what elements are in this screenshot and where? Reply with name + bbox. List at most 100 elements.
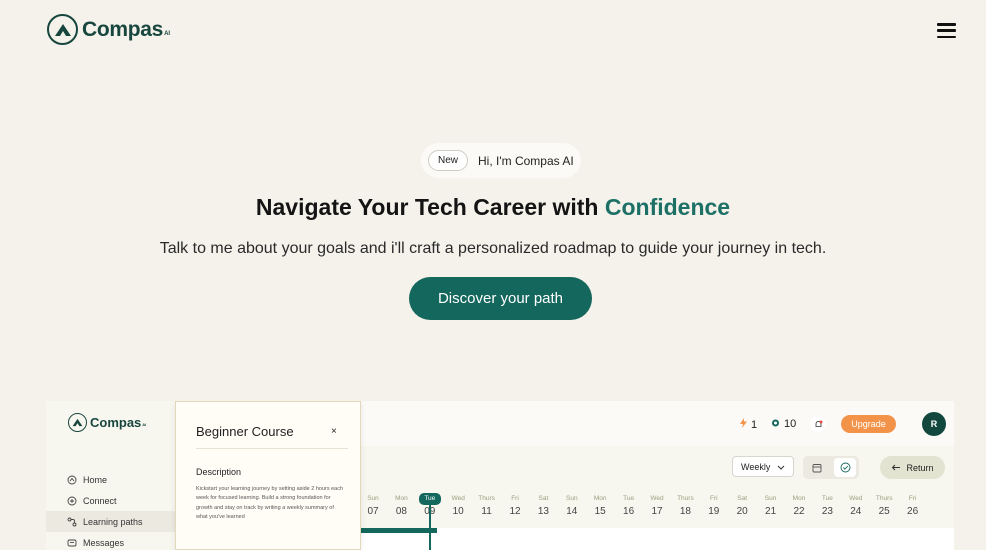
day-name: Thurs [478, 495, 495, 502]
calendar-day[interactable]: Sat 20 [727, 493, 757, 517]
sidebar-item-connect[interactable]: Connect [46, 490, 176, 511]
day-name: Mon [395, 495, 408, 502]
day-number: 12 [509, 506, 521, 517]
day-number: 17 [651, 506, 663, 517]
plus-circle-icon [67, 496, 77, 506]
day-name: Wed [451, 495, 465, 502]
calendar-day[interactable]: Wed 10 [443, 493, 473, 517]
calendar-icon[interactable] [806, 458, 828, 477]
calendar-day[interactable]: Fri 19 [699, 493, 729, 517]
day-name: Mon [593, 495, 607, 502]
calendar-day[interactable]: Thurs 18 [670, 493, 700, 517]
discover-path-button[interactable]: Discover your path [409, 277, 592, 320]
day-number: 13 [537, 506, 549, 517]
sidebar-item-messages[interactable]: Messages [46, 532, 176, 550]
calendar-day[interactable]: Mon 08 [386, 493, 416, 517]
lightning-icon [740, 418, 747, 431]
view-toggle [803, 456, 859, 479]
headline-accent: Confidence [604, 194, 731, 220]
day-name: Mon [792, 495, 806, 502]
calendar-day[interactable]: Thurs 25 [869, 493, 899, 517]
day-number: 22 [793, 506, 805, 517]
day-name: Thurs [677, 495, 694, 502]
sidebar-item-label: Learning paths [83, 516, 143, 527]
day-number: 11 [481, 506, 492, 517]
calendar-day[interactable]: Mon 22 [784, 493, 814, 517]
calendar-day[interactable]: Fri 12 [500, 493, 530, 517]
day-name: Sun [764, 495, 777, 502]
day-name: Sun [367, 495, 379, 502]
sidebar-item-learning-paths[interactable]: Learning paths [46, 511, 176, 532]
calendar-day[interactable]: Sun 21 [756, 493, 786, 517]
view-select-value: Weekly [741, 461, 771, 472]
compass-mountain-icon [68, 413, 87, 432]
home-icon [67, 475, 77, 485]
coins-stat: 10 [771, 418, 796, 430]
arrow-left-icon [891, 463, 901, 473]
calendar-day[interactable]: Wed 24 [841, 493, 871, 517]
sidebar-item-label: Home [83, 474, 108, 485]
hero-headline: Navigate Your Tech Career with Confidenc… [0, 194, 986, 221]
preview-brand-name: Compas [90, 415, 142, 430]
hamburger-icon[interactable] [937, 23, 956, 38]
day-number: 20 [736, 506, 748, 517]
hero-subline: Talk to me about your goals and i'll cra… [159, 240, 827, 257]
calendar-day[interactable]: Sun 14 [557, 493, 587, 517]
coin-icon [771, 418, 780, 430]
day-name: Tue [623, 495, 635, 502]
calendar-day[interactable]: Wed 17 [642, 493, 672, 517]
day-name: Tue [418, 493, 441, 505]
day-number: 16 [623, 506, 635, 517]
day-number: 25 [878, 506, 890, 517]
preview-brand-suffix: AI [142, 422, 147, 427]
streak-count: 1 [751, 418, 758, 431]
return-button[interactable]: Return [880, 456, 945, 479]
calendar-day[interactable]: Fri 26 [898, 493, 928, 517]
calendar-day[interactable]: Thurs 11 [472, 493, 502, 517]
day-number: 26 [907, 506, 919, 517]
check-circle-icon[interactable] [834, 458, 856, 477]
announcement-pill: New Hi, I'm Compas AI [421, 143, 581, 178]
day-number: 10 [452, 506, 464, 517]
upgrade-button[interactable]: Upgrade [841, 415, 896, 433]
day-name: Fri [511, 495, 519, 502]
brand-logo[interactable]: Compas AI [47, 14, 170, 45]
avatar[interactable]: R [922, 412, 946, 436]
app-preview: Compas AI Home Connect Learning paths Me… [46, 401, 954, 550]
day-name: Wed [849, 495, 863, 502]
view-select[interactable]: Weekly [732, 456, 794, 477]
calendar-grid [361, 528, 954, 550]
sidebar-item-home[interactable]: Home [46, 469, 176, 490]
announcement-text: Hi, I'm Compas AI [478, 153, 574, 168]
top-nav: Compas AI [0, 0, 986, 60]
modal-title: Beginner Course [196, 424, 294, 439]
day-number: 19 [708, 506, 720, 517]
compass-mountain-icon [47, 14, 78, 45]
sidebar-item-label: Messages [83, 537, 125, 548]
today-marker [428, 505, 431, 550]
preview-sidebar: Home Connect Learning paths Messages [46, 469, 176, 550]
modal-divider [196, 448, 348, 449]
course-modal: Beginner Course × Description Kickstart … [175, 401, 361, 550]
calendar-day[interactable]: Mon 15 [585, 493, 615, 517]
week-calendar: Sun07Mon08Tue09Wed10Thurs11Fri12Sat13Sun… [361, 493, 954, 550]
day-name: Thurs [875, 495, 893, 502]
day-number: 21 [765, 506, 777, 517]
day-number: 24 [850, 506, 862, 517]
day-name: Tue [821, 495, 833, 502]
day-name: Sun [566, 495, 578, 502]
calendar-day[interactable]: Sun 07 [358, 493, 388, 517]
brand-suffix: AI [164, 31, 171, 37]
return-label: Return [906, 462, 934, 473]
headline-prefix: Navigate Your Tech Career with [255, 194, 605, 220]
calendar-day[interactable]: Tue 23 [812, 493, 842, 517]
sidebar-item-label: Connect [83, 495, 117, 506]
modal-section-title: Description [196, 467, 242, 477]
notification-bell-icon[interactable] [810, 416, 826, 432]
close-icon[interactable]: × [331, 426, 337, 437]
brand-name: Compas [82, 17, 164, 41]
day-name: Fri [710, 495, 718, 502]
calendar-day[interactable]: Tue 16 [614, 493, 644, 517]
day-number: 23 [821, 506, 833, 517]
calendar-day[interactable]: Sat 13 [528, 493, 558, 517]
